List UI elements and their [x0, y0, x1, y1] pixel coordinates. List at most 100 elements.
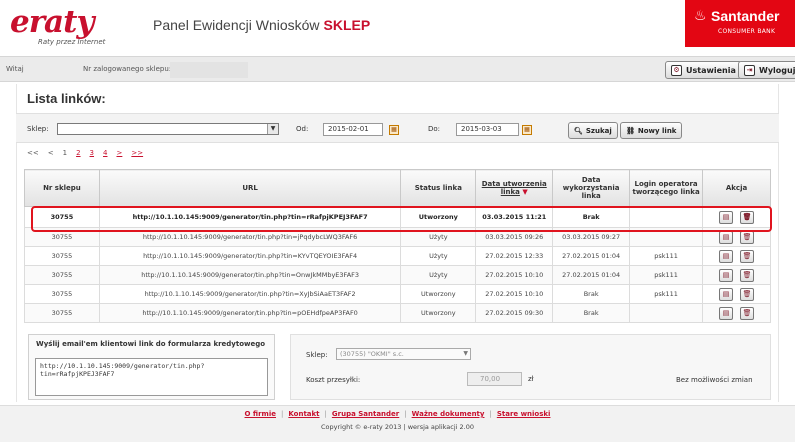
- footer-link-group[interactable]: Grupa Santander: [332, 410, 399, 418]
- pager-last[interactable]: >>: [131, 149, 143, 157]
- santander-logo: ♨ Santander CONSUMER BANK: [685, 0, 795, 47]
- table-row[interactable]: 30755 http://10.1.10.145:9009/generator/…: [24, 206, 771, 228]
- cell-shop: 30755: [24, 227, 100, 247]
- trash-icon[interactable]: 🗑︎: [740, 287, 755, 301]
- pager-next[interactable]: >: [116, 149, 122, 157]
- pager-page[interactable]: 2: [76, 149, 80, 157]
- col-created-label[interactable]: Data utworzenia linka: [482, 180, 547, 196]
- cell-shop: 30755: [24, 265, 100, 285]
- cell-created: 03.03.2015 11:21: [475, 206, 554, 228]
- footer-link-about[interactable]: O firmie: [245, 410, 276, 418]
- cost-input[interactable]: 70,00: [467, 372, 522, 386]
- footer-link-contact[interactable]: Kontakt: [288, 410, 319, 418]
- settings-button[interactable]: ⚙ Ustawienia: [665, 61, 742, 79]
- table-row[interactable]: 30755 http://10.1.10.145:9009/generator/…: [24, 227, 771, 247]
- eraty-logo[interactable]: eraty Raty przez Internet: [4, 4, 140, 50]
- cell-action: ▤ 🗑︎: [702, 303, 771, 323]
- footer-separator: |: [324, 410, 327, 418]
- pager-page[interactable]: 3: [90, 149, 94, 157]
- footer-separator: |: [489, 410, 492, 418]
- chevron-down-icon: ▼: [463, 350, 468, 357]
- search-button[interactable]: 🔍︎ Szukaj: [568, 122, 618, 139]
- cell-url: http://10.1.10.145:9009/generator/tin.ph…: [98, 206, 402, 228]
- page-header-title: Panel Ewidencji Wniosków SKLEP: [153, 17, 370, 33]
- cell-shop: 30755: [24, 303, 100, 323]
- pager-first[interactable]: <<: [27, 149, 39, 157]
- trash-icon[interactable]: 🗑︎: [740, 306, 755, 320]
- cell-used: Brak: [552, 284, 631, 304]
- cell-url: http://10.1.10.145:9009/generator/tin.ph…: [98, 246, 402, 266]
- details-icon[interactable]: ▤: [719, 210, 734, 224]
- footer-separator: |: [404, 410, 407, 418]
- sort-desc-icon: ▼: [522, 188, 528, 196]
- calendar-icon[interactable]: ▦: [522, 125, 532, 135]
- cell-login: [629, 206, 704, 228]
- logout-button[interactable]: ⇥ Wyloguj: [738, 61, 795, 79]
- cell-login: psk111: [629, 284, 704, 304]
- cell-action: ▤ 🗑︎: [702, 227, 771, 247]
- pager-prev[interactable]: <: [48, 149, 54, 157]
- from-label: Od:: [296, 125, 309, 133]
- new-link-button[interactable]: ⛓ Nowy link: [620, 122, 683, 139]
- table-row[interactable]: 30755 http://10.1.10.145:9009/generator/…: [24, 246, 771, 266]
- trash-icon[interactable]: 🗑︎: [740, 268, 755, 282]
- cell-shop: 30755: [24, 246, 100, 266]
- cell-action: ▤ 🗑︎: [702, 265, 771, 285]
- table-header-row: Nr sklepu URL Status linka Data utworzen…: [24, 169, 771, 207]
- pager-page[interactable]: 4: [103, 149, 107, 157]
- logo-text: eraty: [10, 4, 94, 40]
- date-from-input[interactable]: 2015-02-01: [323, 123, 383, 136]
- no-change-label: Bez możliwości zmian: [676, 376, 753, 384]
- logout-label: Wyloguj: [759, 65, 795, 75]
- cell-status: Utworzony: [400, 303, 477, 323]
- header: eraty Raty przez Internet Panel Ewidencj…: [0, 0, 795, 54]
- logout-icon: ⇥: [744, 64, 755, 76]
- cell-used: Brak: [552, 206, 631, 228]
- details-icon[interactable]: ▤: [719, 287, 734, 301]
- table-row[interactable]: 30755 http://10.1.10.145:9009/generator/…: [24, 284, 771, 304]
- form-shop-value: (30755) "OKMI" s.c.: [340, 350, 404, 358]
- gear-icon: ⚙: [671, 64, 682, 76]
- footer-link-documents[interactable]: Ważne dokumenty: [412, 410, 485, 418]
- cell-url: http://10.1.10.145:9009/generator/tin.ph…: [98, 284, 402, 304]
- col-action: Akcja: [702, 169, 771, 207]
- cell-login: [629, 227, 704, 247]
- trash-icon[interactable]: 🗑︎: [740, 230, 755, 244]
- email-link-textarea[interactable]: http://10.1.10.145:9009/generator/tin.ph…: [35, 358, 268, 396]
- bank-sub: CONSUMER BANK: [718, 28, 776, 35]
- calendar-icon[interactable]: ▦: [389, 125, 399, 135]
- cell-shop: 30755: [24, 206, 100, 228]
- cell-status: Użyty: [400, 227, 477, 247]
- col-login: Login operatora tworzącego linka: [629, 169, 704, 207]
- cell-login: [629, 303, 704, 323]
- search-label: Szukaj: [585, 126, 612, 135]
- form-shop-select[interactable]: (30755) "OKMI" s.c. ▼: [336, 348, 471, 360]
- links-table: Nr sklepu URL Status linka Data utworzen…: [24, 169, 771, 323]
- trash-icon[interactable]: 🗑︎: [740, 210, 755, 224]
- footer-links: O firmie | Kontakt | Grupa Santander | Ważne d…: [0, 410, 795, 418]
- cost-unit: zł: [528, 375, 534, 383]
- table-row[interactable]: 30755 http://10.1.10.145:9009/generator/…: [24, 265, 771, 285]
- cell-used: 27.02.2015 01:04: [552, 265, 631, 285]
- details-icon[interactable]: ▤: [719, 306, 734, 320]
- cell-created: 27.02.2015 12:33: [475, 246, 554, 266]
- shop-select[interactable]: ▼: [57, 123, 279, 135]
- col-used: Data wykorzystania linka: [552, 169, 631, 207]
- details-icon[interactable]: ▤: [719, 230, 734, 244]
- cell-login: psk111: [629, 265, 704, 285]
- details-icon[interactable]: ▤: [719, 268, 734, 282]
- pager-current: 1: [62, 149, 68, 157]
- date-to-input[interactable]: 2015-03-03: [456, 123, 519, 136]
- trash-icon[interactable]: 🗑︎: [740, 249, 755, 263]
- cell-login: psk111: [629, 246, 704, 266]
- col-created[interactable]: Data utworzenia linka ▼: [475, 169, 554, 207]
- link-icon: ⛓: [626, 126, 635, 135]
- to-label: Do:: [428, 125, 441, 133]
- cell-used: Brak: [552, 303, 631, 323]
- chevron-down-icon: ▼: [267, 124, 278, 134]
- footer-link-old-applications[interactable]: Stare wnioski: [497, 410, 551, 418]
- logo-tagline: Raty przez Internet: [38, 38, 106, 46]
- details-icon[interactable]: ▤: [719, 249, 734, 263]
- cell-url: http://10.1.10.145:9009/generator/tin.ph…: [98, 227, 402, 247]
- table-row[interactable]: 30755 http://10.1.10.145:9009/generator/…: [24, 303, 771, 323]
